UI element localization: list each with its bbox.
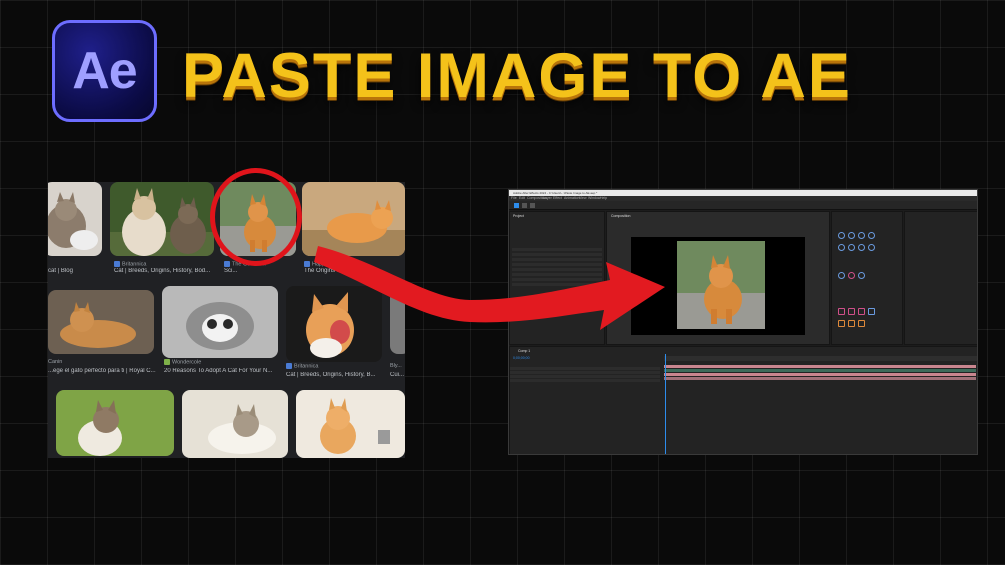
project-panel: Project (509, 211, 605, 345)
result-caption[interactable]: cat | Blog (48, 268, 104, 274)
result-source: Britannica (114, 261, 146, 267)
layer-track[interactable] (664, 373, 976, 376)
timeline-panel: Comp 1 0;00;00;00 (509, 346, 977, 454)
align-icon[interactable] (858, 244, 865, 251)
result-caption[interactable]: Sci... (224, 268, 296, 274)
selection-tool-icon[interactable] (514, 203, 519, 208)
tool-icon[interactable] (858, 320, 865, 327)
site-favicon-icon (304, 261, 310, 267)
site-favicon-icon (164, 359, 170, 365)
layer-track[interactable] (664, 369, 976, 372)
menu-item-effect[interactable]: Effect (553, 196, 562, 200)
layer-track[interactable] (664, 377, 976, 380)
playhead[interactable] (665, 354, 666, 454)
align-icon[interactable] (838, 244, 845, 251)
menu-item-file[interactable]: File (511, 196, 517, 200)
hand-tool-icon[interactable] (522, 203, 527, 208)
result-source: Happy Paws P... (304, 261, 352, 267)
timecode-display[interactable]: 0;00;00;00 (513, 356, 530, 360)
tool-icon[interactable] (838, 320, 845, 327)
cat-image-thumb[interactable] (56, 390, 174, 456)
tool-icon[interactable] (858, 272, 865, 279)
after-effects-window: Adobe After Effects 2024 - C:\Users\...\… (508, 189, 978, 455)
site-favicon-icon (114, 261, 120, 267)
align-icon[interactable] (848, 232, 855, 239)
layer-track[interactable] (664, 365, 976, 368)
page-title: PASTE IMAGE TO AE (182, 41, 852, 111)
tool-icon[interactable] (848, 272, 855, 279)
after-effects-logo: Ae (52, 20, 157, 122)
result-caption[interactable]: Cat | Breeds, Origins, History, B... (286, 372, 382, 378)
cat-image-thumb[interactable] (110, 182, 214, 256)
toolbar (509, 201, 977, 210)
time-ruler[interactable] (664, 356, 977, 361)
pasted-cat-image[interactable] (677, 241, 765, 329)
cat-image-thumb[interactable] (48, 182, 102, 256)
project-panel-label: Project (513, 214, 524, 218)
logo-text: Ae (72, 42, 137, 100)
result-caption[interactable]: ...ege el gato perfecto para ti | Royal … (48, 368, 156, 374)
cat-image-thumb[interactable] (48, 290, 154, 354)
menu-item-view[interactable]: View (579, 196, 587, 200)
menu-item-help[interactable]: Help (600, 196, 607, 200)
cat-image-thumb[interactable] (296, 390, 405, 458)
cat-image-thumb[interactable] (302, 182, 405, 256)
result-source: Britannica (286, 363, 318, 369)
result-source: Bly... (390, 363, 402, 369)
align-icon[interactable] (838, 232, 845, 239)
align-icon[interactable] (868, 244, 875, 251)
cat-image-thumb[interactable] (390, 290, 405, 354)
effects-panel (831, 211, 903, 345)
zoom-tool-icon[interactable] (530, 203, 535, 208)
tool-icon[interactable] (838, 272, 845, 279)
menu-item-window[interactable]: Window (588, 196, 600, 200)
result-source: Wondercole (164, 359, 201, 365)
comp-canvas[interactable] (631, 237, 805, 335)
result-caption[interactable]: Cat | Breeds, Origins, History, Bod... (114, 268, 214, 274)
tool-icon[interactable] (858, 308, 865, 315)
align-icon[interactable] (868, 232, 875, 239)
align-icon[interactable] (848, 244, 855, 251)
site-favicon-icon (224, 261, 230, 267)
cat-image-thumb[interactable] (162, 286, 278, 358)
result-caption[interactable]: Cui... (390, 372, 405, 378)
tool-icon[interactable] (868, 308, 875, 315)
align-icon[interactable] (858, 232, 865, 239)
properties-panel (904, 211, 977, 345)
tool-icon[interactable] (848, 320, 855, 327)
tool-icon[interactable] (848, 308, 855, 315)
cat-image-thumb[interactable] (182, 390, 288, 458)
composition-panel-label: Composition (611, 214, 631, 218)
result-caption[interactable]: 20 Reasons To Adopt A Cat For Your N... (164, 368, 280, 374)
window-title: Adobe After Effects 2024 - C:\Users\...\… (513, 191, 598, 195)
result-source: Canin (48, 359, 63, 365)
timeline-tab[interactable]: Comp 1 (518, 349, 530, 353)
menu-item-edit[interactable]: Edit (519, 196, 525, 200)
menu-item-animation[interactable]: Animation (564, 196, 580, 200)
menu-item-layer[interactable]: Layer (543, 196, 552, 200)
composition-panel: Composition (606, 211, 830, 345)
tool-icon[interactable] (838, 308, 845, 315)
result-caption[interactable]: The Origins of Cats | Sm... (304, 268, 405, 274)
selection-circle (210, 168, 302, 266)
site-favicon-icon (286, 363, 292, 369)
cat-image-thumb[interactable] (286, 286, 382, 362)
